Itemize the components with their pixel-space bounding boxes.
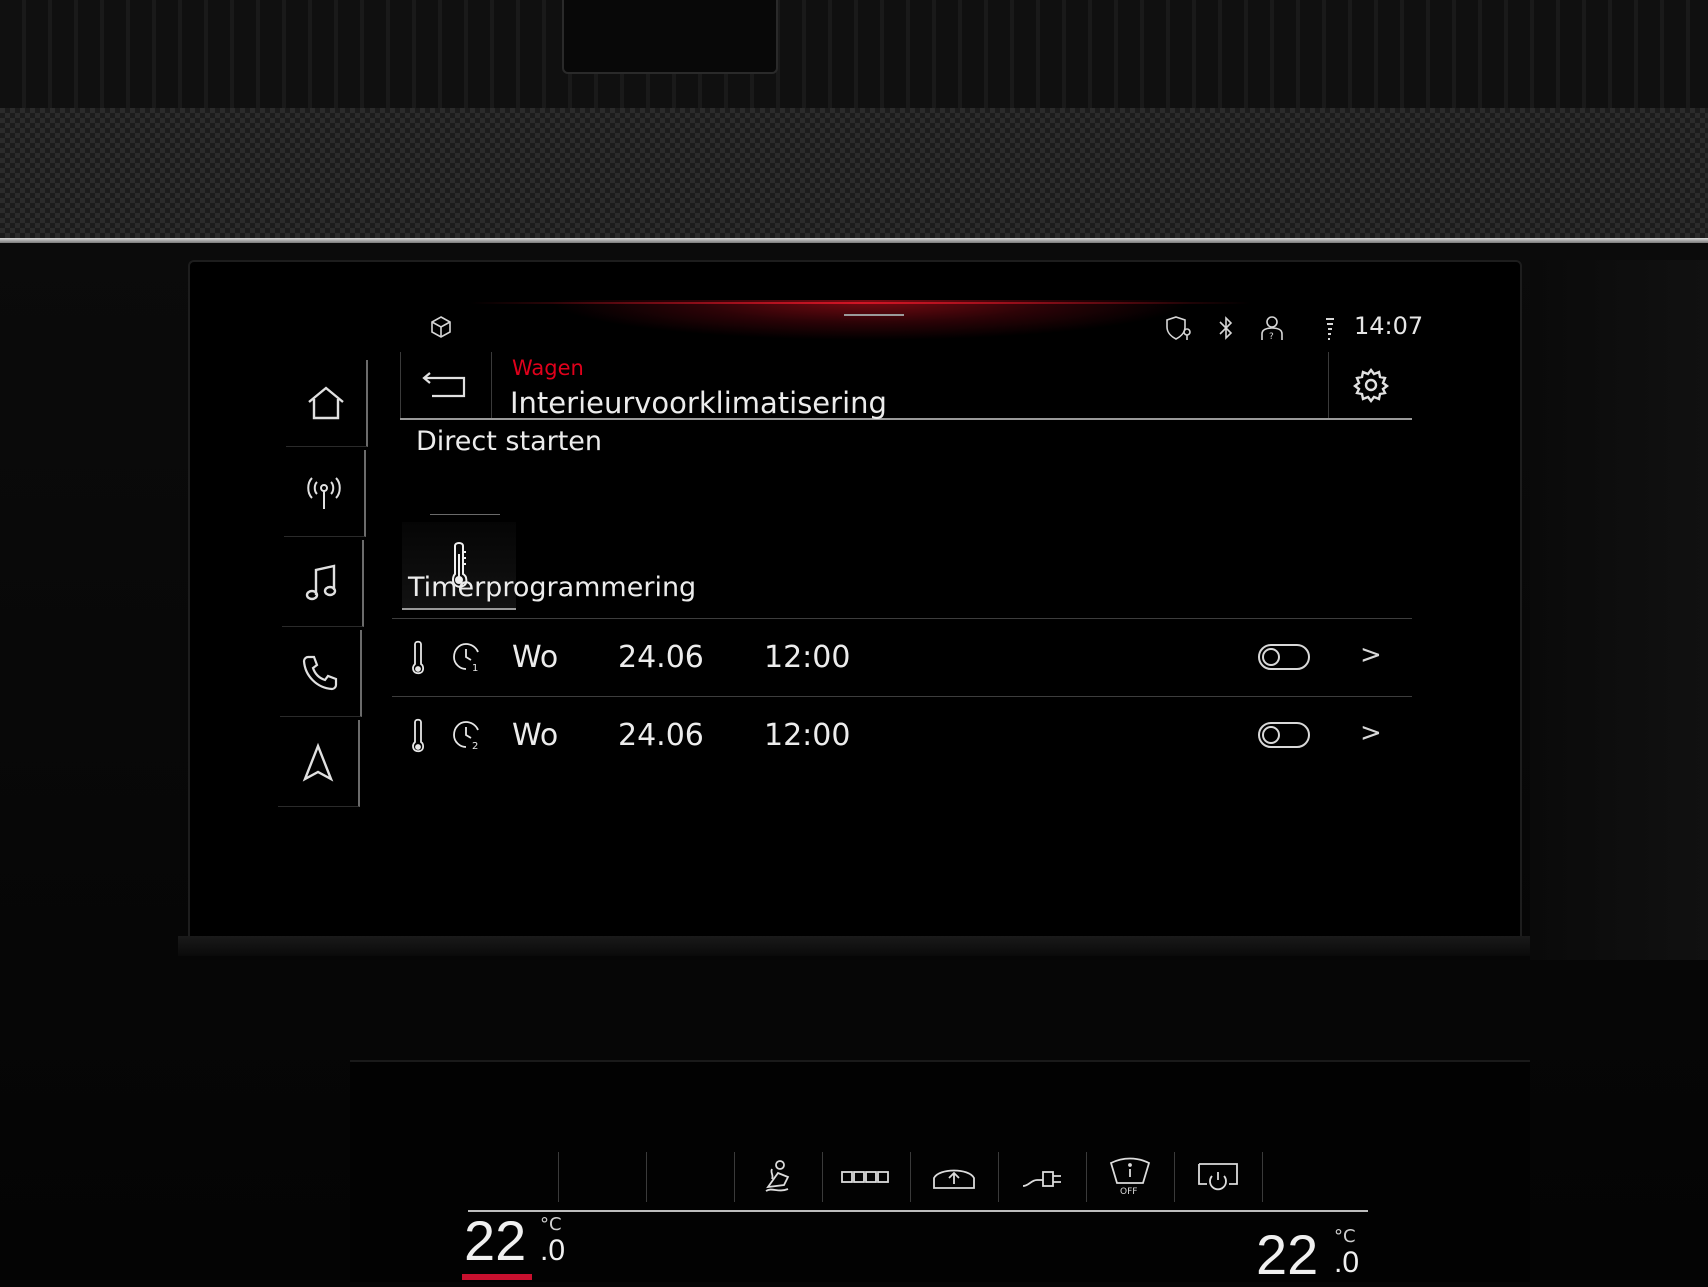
pull-down-handle[interactable]	[844, 314, 904, 316]
svg-text:OFF: OFF	[1120, 1187, 1137, 1197]
shield-location-icon[interactable]	[1164, 314, 1194, 347]
page-header: Wagen Interieurvoorklimatisering	[400, 352, 1412, 420]
left-temperature-indicator	[462, 1274, 532, 1280]
climate-slot-empty	[558, 1152, 647, 1202]
screen-bezel-bottom	[178, 936, 1530, 956]
climate-slot-empty	[1262, 1152, 1350, 1202]
direct-start-divider	[430, 514, 500, 515]
side-navigation	[278, 360, 368, 815]
rear-defrost-button[interactable]	[822, 1152, 911, 1202]
nav-item-home[interactable]	[286, 360, 368, 447]
windshield-off-button[interactable]: OFF	[1086, 1152, 1175, 1202]
settings-button[interactable]	[1328, 352, 1413, 418]
thermometer-icon	[412, 718, 425, 753]
timer-section-title: Timerprogrammering	[408, 572, 697, 603]
home-icon	[308, 386, 344, 420]
chevron-right-icon[interactable]: >	[1360, 718, 1382, 748]
svg-text:?: ?	[1269, 332, 1274, 342]
back-button[interactable]	[400, 352, 492, 418]
thermometer-icon	[412, 640, 425, 675]
status-clock: 14:07	[1354, 312, 1424, 340]
svg-text:2: 2	[472, 741, 478, 752]
timer-divider-top	[392, 618, 1412, 619]
status-accent-line	[470, 302, 1250, 304]
timer-clock-icon: 2	[450, 718, 484, 756]
timer-divider-middle	[392, 696, 1412, 697]
right-temperature-decimal: .0	[1334, 1246, 1360, 1279]
windshield-off-icon: OFF	[1109, 1157, 1151, 1197]
back-arrow-icon	[422, 372, 466, 398]
nav-item-navigation[interactable]	[278, 720, 360, 807]
signal-icon	[1324, 314, 1336, 347]
climate-slot-empty	[470, 1152, 559, 1202]
timer-time: 12:00	[764, 640, 851, 675]
timer-toggle[interactable]	[1258, 644, 1310, 670]
music-icon	[305, 564, 337, 601]
breadcrumb[interactable]: Wagen	[512, 356, 584, 380]
page-title: Interieurvoorklimatisering	[510, 386, 887, 420]
climate-slot-empty	[646, 1152, 735, 1202]
right-temperature[interactable]: 22	[1256, 1222, 1318, 1287]
timer-row[interactable]: 1 Wo 24.06 12:00 >	[400, 622, 1410, 694]
climate-divider	[468, 1210, 1368, 1212]
direct-start-title: Direct starten	[416, 426, 603, 457]
vent-clip	[562, 0, 778, 74]
left-temperature[interactable]: 22	[464, 1208, 526, 1273]
climate-icon-bar: OFF	[470, 1152, 1370, 1202]
nav-item-media[interactable]	[282, 540, 364, 627]
air-vent	[0, 0, 1708, 111]
timer-day: Wo	[512, 718, 559, 753]
timer-clock-icon: 1	[450, 640, 484, 678]
toggle-knob	[1262, 648, 1280, 666]
charging-plug-button[interactable]	[998, 1152, 1087, 1202]
right-panel	[1530, 260, 1708, 960]
phone-icon	[302, 655, 338, 691]
infotainment-screen: ? 14:07 Wagen Interieurvoorklimatisering…	[250, 300, 1460, 860]
chevron-right-icon[interactable]: >	[1360, 640, 1382, 670]
toggle-knob	[1262, 726, 1280, 744]
timer-row[interactable]: 2 Wo 24.06 12:00 >	[400, 700, 1410, 772]
bluetooth-icon[interactable]	[1216, 314, 1236, 347]
carbon-trim	[0, 108, 1708, 238]
car-box-icon[interactable]	[428, 314, 454, 345]
svg-text:1: 1	[472, 663, 478, 674]
power-icon	[1198, 1163, 1238, 1191]
seat-heating-button[interactable]	[734, 1152, 823, 1202]
seat-heating-icon	[765, 1160, 790, 1192]
timer-date: 24.06	[618, 718, 704, 753]
right-temperature-unit: °C	[1334, 1226, 1356, 1247]
navigation-icon	[302, 742, 334, 782]
nav-item-radio[interactable]	[284, 450, 366, 537]
power-button[interactable]	[1174, 1152, 1263, 1202]
radio-icon	[307, 477, 341, 509]
charging-plug-icon	[1022, 1171, 1061, 1187]
left-temperature-decimal: .0	[540, 1234, 566, 1267]
user-profile-icon[interactable]: ?	[1258, 314, 1286, 347]
timer-day: Wo	[512, 640, 559, 675]
status-bar: ? 14:07	[250, 300, 1460, 348]
timer-toggle[interactable]	[1258, 722, 1310, 748]
recirculation-icon	[933, 1169, 975, 1189]
nav-item-phone[interactable]	[280, 630, 362, 717]
rear-defrost-icon	[841, 1171, 889, 1183]
recirculation-button[interactable]	[910, 1152, 999, 1202]
timer-time: 12:00	[764, 718, 851, 753]
gear-icon	[1353, 368, 1389, 403]
timer-date: 24.06	[618, 640, 704, 675]
left-temperature-unit: °C	[540, 1214, 562, 1235]
